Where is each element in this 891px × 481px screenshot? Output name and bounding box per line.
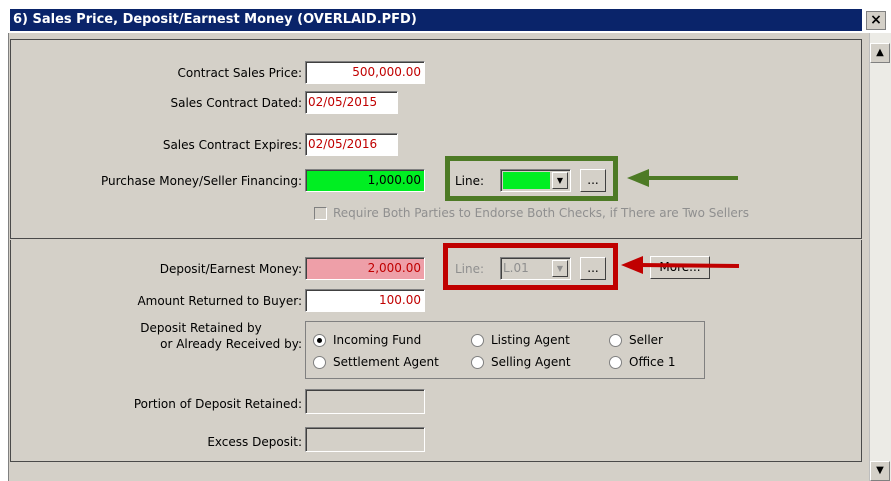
purchase-money-input[interactable]: 1,000.00 [305, 169, 425, 192]
contract-sales-price-label: Contract Sales Price: [177, 66, 302, 80]
portion-retained-label: Portion of Deposit Retained: [133, 397, 302, 411]
deposit-input[interactable]: 2,000.00 [305, 257, 425, 280]
deposit-line-select[interactable]: L.01 ▼ [500, 257, 571, 280]
deposit-label: Deposit/Earnest Money: [159, 262, 302, 276]
excess-deposit-label: Excess Deposit: [207, 435, 302, 449]
excess-deposit-input[interactable] [305, 427, 425, 452]
deposit-line-value: L.01 [503, 261, 529, 275]
line-label: Line: [455, 174, 485, 188]
chevron-down-icon[interactable]: ▼ [552, 172, 568, 189]
deposit-retained-label-line1: Deposit Retained by [140, 321, 262, 335]
require-both-label: Require Both Parties to Endorse Both Che… [333, 206, 749, 220]
close-button[interactable]: × [866, 11, 886, 30]
radio-selling-agent[interactable] [471, 356, 484, 369]
deposit-line-label: Line: [455, 262, 485, 276]
amount-returned-label: Amount Returned to Buyer: [137, 294, 302, 308]
radio-office-1-label: Office 1 [629, 355, 676, 369]
radio-settlement-agent-label: Settlement Agent [333, 355, 439, 369]
radio-incoming-fund[interactable] [313, 334, 326, 347]
line-select-value [503, 172, 550, 189]
deposit-line-lookup-button[interactable]: ... [580, 257, 606, 280]
sales-contract-dated-input[interactable]: 02/05/2015 [305, 91, 398, 114]
radio-seller-label: Seller [629, 333, 663, 347]
deposit-retained-label-line2: or Already Received by: [160, 337, 302, 351]
sales-contract-expires-input[interactable]: 02/05/2016 [305, 133, 398, 156]
sales-contract-expires-label: Sales Contract Expires: [162, 138, 302, 152]
red-arrow-icon [621, 256, 740, 274]
radio-selling-agent-label: Selling Agent [491, 355, 571, 369]
radio-listing-agent[interactable] [471, 334, 484, 347]
line-lookup-button[interactable]: ... [580, 169, 606, 192]
green-arrow-icon [627, 169, 738, 187]
radio-listing-agent-label: Listing Agent [491, 333, 570, 347]
radio-seller[interactable] [609, 334, 622, 347]
radio-office-1[interactable] [609, 356, 622, 369]
window-title: 6) Sales Price, Deposit/Earnest Money (O… [10, 9, 862, 31]
line-select[interactable]: ▼ [500, 169, 571, 192]
portion-retained-input[interactable] [305, 389, 425, 414]
vertical-scrollbar[interactable]: ▲ ▼ [869, 33, 891, 481]
contract-sales-price-input[interactable]: 500,000.00 [305, 61, 425, 84]
deposit-retained-label: Deposit Retained by or Already Received … [100, 320, 302, 352]
scroll-up-icon[interactable]: ▲ [870, 43, 890, 63]
chevron-down-icon[interactable]: ▼ [552, 260, 568, 277]
amount-returned-input[interactable]: 100.00 [305, 289, 425, 312]
deposit-retained-group [305, 321, 705, 379]
purchase-money-label: Purchase Money/Seller Financing: [100, 174, 302, 188]
sales-contract-dated-label: Sales Contract Dated: [170, 96, 302, 110]
require-both-checkbox[interactable] [314, 207, 327, 220]
radio-incoming-fund-label: Incoming Fund [333, 333, 422, 347]
radio-settlement-agent[interactable] [313, 356, 326, 369]
scroll-down-icon[interactable]: ▼ [870, 461, 890, 481]
